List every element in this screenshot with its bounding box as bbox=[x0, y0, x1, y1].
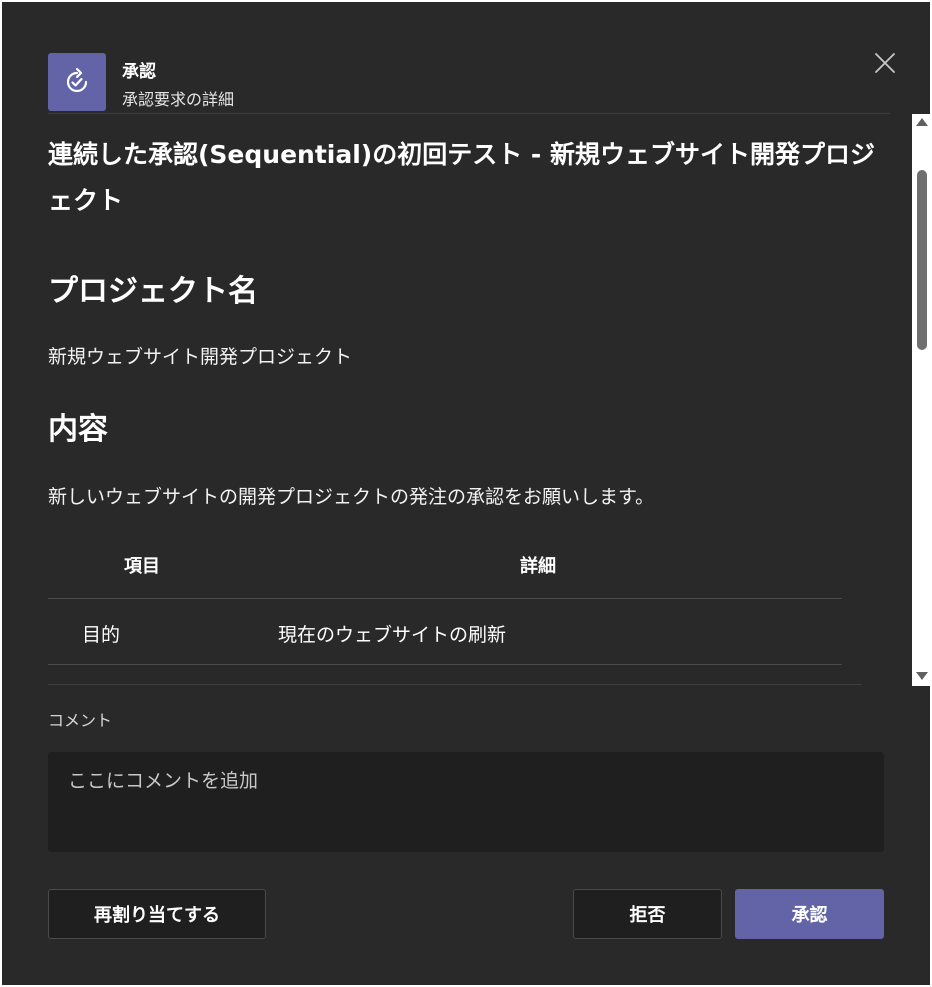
project-name-text: 新規ウェブサイト開発プロジェクト bbox=[48, 346, 353, 368]
scroll-down-arrow-icon[interactable] bbox=[916, 672, 928, 680]
scroll-up-arrow-icon[interactable] bbox=[916, 118, 928, 126]
reject-button[interactable]: 拒否 bbox=[573, 889, 722, 939]
approvals-app-icon bbox=[48, 53, 106, 111]
comment-label: コメント bbox=[48, 711, 113, 730]
project-name-heading: プロジェクト名 bbox=[48, 274, 258, 309]
comment-input[interactable] bbox=[48, 752, 884, 852]
table-header-item: 項目 bbox=[124, 556, 160, 577]
close-button[interactable] bbox=[870, 48, 900, 78]
card-title: 連続した承認(Sequential)の初回テスト - 新規ウェブサイト開発プロジ… bbox=[48, 140, 876, 215]
content-text: 新しいウェブサイトの開発プロジェクトの発注の承認をお願いします。 bbox=[48, 486, 655, 508]
app-subtitle: 承認要求の詳細 bbox=[122, 90, 235, 109]
reassign-button[interactable]: 再割り当てする bbox=[48, 889, 266, 939]
app-name: 承認 bbox=[122, 62, 156, 82]
vertical-scrollbar[interactable] bbox=[912, 114, 932, 686]
table-header-detail: 詳細 bbox=[520, 556, 556, 577]
approval-details-dialog: 承認 承認要求の詳細 連続した承認(Sequential)の初回テスト - 新規… bbox=[2, 2, 932, 985]
table-cell-detail: 現在のウェブサイトの刷新 bbox=[278, 624, 507, 646]
table-cell-item: 目的 bbox=[82, 624, 121, 646]
table-divider bbox=[48, 664, 842, 665]
close-icon bbox=[875, 53, 895, 73]
content-divider bbox=[48, 684, 862, 685]
table-divider bbox=[48, 598, 842, 599]
approve-button[interactable]: 承認 bbox=[735, 889, 884, 939]
content-heading: 内容 bbox=[48, 412, 108, 447]
refresh-check-icon bbox=[66, 67, 88, 93]
scrollbar-thumb[interactable] bbox=[917, 170, 927, 350]
card-scroll-area[interactable]: 連続した承認(Sequential)の初回テスト - 新規ウェブサイト開発プロジ… bbox=[48, 114, 910, 686]
